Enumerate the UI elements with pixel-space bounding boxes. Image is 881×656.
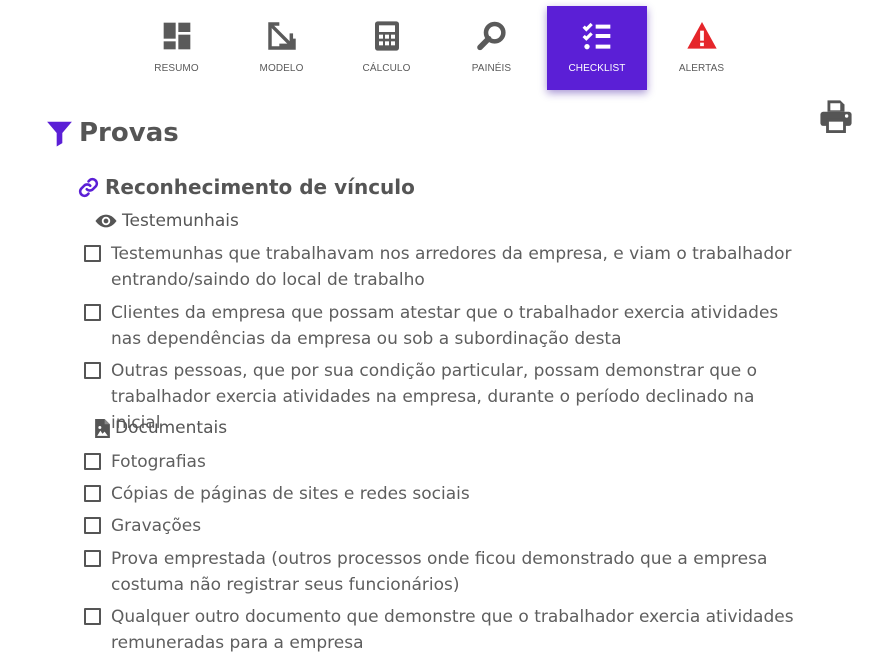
checklist-item[interactable]: Fotografias xyxy=(84,449,799,475)
nav-label: CÁLCULO xyxy=(362,63,411,74)
eye-icon xyxy=(95,214,117,228)
print-icon[interactable] xyxy=(819,99,853,133)
section-title-text: Provas xyxy=(79,118,179,148)
subsection-title-text: Reconhecimento de vínculo xyxy=(105,175,415,199)
group-heading-documentais: Documentais xyxy=(95,418,227,438)
checklist-item-text: Clientes da empresa que possam atestar q… xyxy=(111,303,779,349)
subsection-title: Reconhecimento de vínculo xyxy=(78,175,415,199)
group-heading-text: Testemunhais xyxy=(122,211,239,231)
nav-alertas[interactable]: ALERTAS xyxy=(649,6,754,90)
checklist-item[interactable]: Testemunhas que trabalhavam nos arredore… xyxy=(84,241,799,293)
nav-paineis[interactable]: PAINÉIS xyxy=(439,6,544,90)
calculator-icon xyxy=(374,21,399,51)
nav-label: PAINÉIS xyxy=(471,63,512,74)
filter-icon xyxy=(47,121,72,147)
checkbox[interactable] xyxy=(84,485,101,502)
file-image-icon xyxy=(95,418,110,438)
checklist-item-text: Gravações xyxy=(111,516,202,536)
nav-modelo[interactable]: MODELO xyxy=(229,6,334,90)
checklist-item[interactable]: Clientes da empresa que possam atestar q… xyxy=(84,300,799,352)
nav-label: CHECKLIST xyxy=(568,63,626,74)
checkbox[interactable] xyxy=(84,304,101,321)
checklist-item-text: Testemunhas que trabalhavam nos arredore… xyxy=(111,244,792,290)
search-icon xyxy=(476,21,506,51)
checkbox[interactable] xyxy=(84,550,101,567)
dashboard-icon xyxy=(163,22,190,50)
checkbox[interactable] xyxy=(84,608,101,625)
checklist-item-text: Qualquer outro documento que demonstre q… xyxy=(111,607,794,653)
checklist-item-text: Fotografias xyxy=(111,452,206,472)
section-title: Provas xyxy=(46,118,179,148)
checklist-item[interactable]: Prova emprestada (outros processos onde … xyxy=(84,546,799,598)
checkbox[interactable] xyxy=(84,245,101,262)
checklist-item[interactable]: Cópias de páginas de sites e redes socia… xyxy=(84,481,799,507)
group-heading-text: Documentais xyxy=(115,418,228,438)
nav-resumo[interactable]: RESUMO xyxy=(124,6,229,90)
checklist-item[interactable]: Gravações xyxy=(84,513,799,539)
nav-label: ALERTAS xyxy=(678,63,725,74)
checklist-icon xyxy=(582,22,611,50)
checklist-item-text: Prova emprestada (outros processos onde … xyxy=(111,549,768,595)
resize-arrow-icon xyxy=(267,22,296,50)
checkbox[interactable] xyxy=(84,453,101,470)
checkbox[interactable] xyxy=(84,517,101,534)
nav-label: MODELO xyxy=(259,63,304,74)
checkbox[interactable] xyxy=(84,362,101,379)
group-heading-testemunhais: Testemunhais xyxy=(95,211,239,231)
checklist-item-text: Cópias de páginas de sites e redes socia… xyxy=(111,484,470,504)
nav-checklist[interactable]: CHECKLIST xyxy=(547,6,647,90)
link-icon xyxy=(78,177,99,197)
top-nav: RESUMO MODELO CÁLCULO PAINÉIS CHECKLIST … xyxy=(124,6,754,90)
warning-icon xyxy=(686,22,717,49)
nav-calculo[interactable]: CÁLCULO xyxy=(334,6,439,90)
checklist-item[interactable]: Qualquer outro documento que demonstre q… xyxy=(84,604,799,656)
nav-label: RESUMO xyxy=(154,63,199,74)
